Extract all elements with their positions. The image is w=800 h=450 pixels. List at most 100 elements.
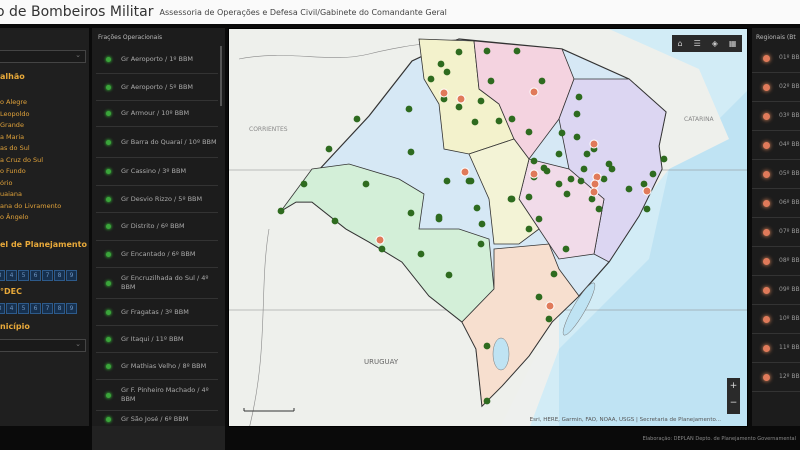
station-marker[interactable]: [535, 215, 543, 223]
batalhao-option[interactable]: ana do Livramento: [0, 202, 61, 210]
batalhao-option[interactable]: Grande: [0, 121, 24, 129]
station-marker[interactable]: [643, 205, 651, 213]
station-marker[interactable]: [331, 217, 339, 225]
regional-marker[interactable]: [439, 88, 449, 98]
top-dropdown[interactable]: ⌄: [0, 50, 86, 63]
station-marker[interactable]: [600, 175, 608, 183]
station-marker[interactable]: [487, 77, 495, 85]
fracao-item[interactable]: Gr Fragatas / 3º BBM: [96, 299, 218, 326]
zoom-in-button[interactable]: +: [727, 378, 740, 395]
fracao-item[interactable]: Gr Cassino / 3º BBM: [96, 158, 218, 186]
station-marker[interactable]: [555, 150, 563, 158]
station-marker[interactable]: [608, 165, 616, 173]
regional-marker[interactable]: [456, 94, 466, 104]
station-marker[interactable]: [573, 110, 581, 118]
regional-item[interactable]: 06º BBM Sul: [752, 189, 800, 218]
number-box[interactable]: 4: [6, 303, 17, 314]
fracao-item[interactable]: Gr Barra do Quaraí / 10º BBM: [96, 127, 218, 158]
station-marker[interactable]: [473, 204, 481, 212]
number-box[interactable]: 5: [18, 270, 29, 281]
station-marker[interactable]: [558, 129, 566, 137]
batalhao-option[interactable]: uaiana: [0, 190, 22, 198]
regional-item[interactable]: 10º BBM Uruguaiana: [752, 305, 800, 334]
station-marker[interactable]: [477, 97, 485, 105]
station-marker[interactable]: [495, 117, 503, 125]
regional-item[interactable]: 07º BBM: [752, 218, 800, 247]
layers-icon[interactable]: ◈: [712, 39, 718, 48]
station-marker[interactable]: [325, 145, 333, 153]
batalhao-option[interactable]: Leopoldo: [0, 110, 30, 118]
station-marker[interactable]: [353, 115, 361, 123]
regional-marker[interactable]: [589, 187, 599, 197]
station-marker[interactable]: [407, 209, 415, 217]
station-marker[interactable]: [471, 118, 479, 126]
station-marker[interactable]: [550, 270, 558, 278]
scrollbar[interactable]: [220, 46, 222, 106]
station-marker[interactable]: [538, 77, 546, 85]
number-box[interactable]: 9: [66, 303, 77, 314]
number-box[interactable]: 3: [0, 270, 5, 281]
station-marker[interactable]: [545, 315, 553, 323]
regional-marker[interactable]: [460, 167, 470, 177]
number-box[interactable]: 8: [54, 270, 65, 281]
station-marker[interactable]: [407, 148, 415, 156]
station-marker[interactable]: [530, 157, 538, 165]
station-marker[interactable]: [362, 180, 370, 188]
fracao-item[interactable]: Gr São José / 6º BBM: [96, 411, 218, 426]
regional-marker[interactable]: [375, 235, 385, 245]
station-marker[interactable]: [513, 47, 521, 55]
station-marker[interactable]: [443, 177, 451, 185]
fracao-item[interactable]: Gr Desvio Rizzo / 5º BBM: [96, 186, 218, 213]
station-marker[interactable]: [277, 207, 285, 215]
station-marker[interactable]: [562, 245, 570, 253]
station-marker[interactable]: [543, 167, 551, 175]
regional-marker[interactable]: [545, 301, 555, 311]
station-marker[interactable]: [640, 180, 648, 188]
station-marker[interactable]: [483, 47, 491, 55]
station-marker[interactable]: [525, 193, 533, 201]
number-box[interactable]: 5: [18, 303, 29, 314]
station-marker[interactable]: [567, 175, 575, 183]
regional-item[interactable]: 12º BBM: [752, 363, 800, 392]
regional-item[interactable]: 08º BBM: [752, 247, 800, 276]
regional-item[interactable]: 03º BBM: [752, 102, 800, 131]
regional-item[interactable]: 09º BBM: [752, 276, 800, 305]
regional-marker[interactable]: [529, 87, 539, 97]
station-marker[interactable]: [573, 133, 581, 141]
station-marker[interactable]: [563, 190, 571, 198]
station-marker[interactable]: [625, 185, 633, 193]
regional-item[interactable]: 05º BBM: [752, 160, 800, 189]
home-icon[interactable]: ⌂: [678, 39, 683, 48]
fracao-item[interactable]: Gr Aeroporto / 5º BBM: [96, 74, 218, 101]
batalhao-option[interactable]: ório: [0, 179, 12, 187]
station-marker[interactable]: [443, 68, 451, 76]
fracao-item[interactable]: Gr F. Pinheiro Machado / 4º BBM: [96, 380, 218, 411]
station-marker[interactable]: [525, 128, 533, 136]
number-box[interactable]: 7: [42, 270, 53, 281]
batalhao-option[interactable]: a Cruz do Sul: [0, 156, 43, 164]
station-marker[interactable]: [467, 177, 475, 185]
regional-item[interactable]: 11º BBM: [752, 334, 800, 363]
zoom-out-button[interactable]: −: [727, 395, 740, 412]
station-marker[interactable]: [588, 195, 596, 203]
regional-item[interactable]: 04º BBM: [752, 131, 800, 160]
number-box[interactable]: 7: [42, 303, 53, 314]
station-marker[interactable]: [405, 105, 413, 113]
batalhao-option[interactable]: o Fundo: [0, 167, 26, 175]
station-marker[interactable]: [649, 170, 657, 178]
number-box[interactable]: 3: [0, 303, 5, 314]
municipio-dropdown[interactable]: ⌄: [0, 339, 86, 352]
station-marker[interactable]: [575, 93, 583, 101]
fracao-item[interactable]: Gr Armour / 10º BBM: [96, 101, 218, 127]
batalhao-option[interactable]: a Maria: [0, 133, 24, 141]
regional-item[interactable]: 01º BBM: [752, 44, 800, 73]
station-marker[interactable]: [483, 397, 491, 405]
station-marker[interactable]: [437, 60, 445, 68]
fracao-item[interactable]: Gr Itaqui / 11º BBM: [96, 326, 218, 353]
fracao-item[interactable]: Gr Encruzilhada do Sul / 4º BBM: [96, 268, 218, 299]
regional-item[interactable]: 02º BBM: [752, 73, 800, 102]
number-box[interactable]: 9: [66, 270, 77, 281]
station-marker[interactable]: [455, 48, 463, 56]
station-marker[interactable]: [660, 155, 668, 163]
station-marker[interactable]: [445, 271, 453, 279]
